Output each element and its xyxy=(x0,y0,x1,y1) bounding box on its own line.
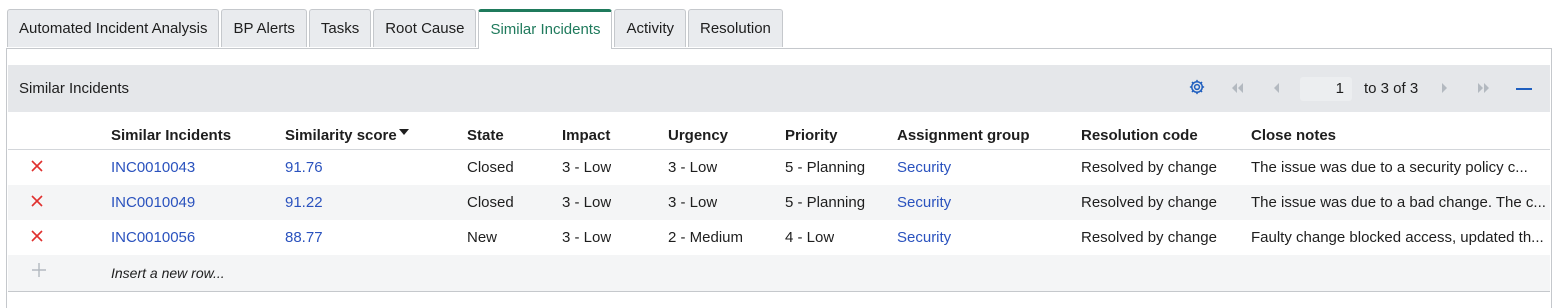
priority-cell: 4 - Low xyxy=(785,229,835,246)
minus-icon[interactable] xyxy=(1516,88,1532,90)
insert-row[interactable]: Insert a new row... xyxy=(8,255,1550,291)
state-cell: Closed xyxy=(467,159,514,176)
related-list-panel: Similar Incidents 1 to 3 of 3 Similar In… xyxy=(6,48,1552,308)
tab-automated-incident-analysis[interactable]: Automated Incident Analysis xyxy=(7,9,220,47)
urgency-cell: 3 - Low xyxy=(668,159,718,176)
double-chevron-right-icon[interactable] xyxy=(1477,82,1491,94)
column-header-similar-incidents[interactable]: Similar Incidents xyxy=(111,127,231,144)
column-header-resolution-code[interactable]: Resolution code xyxy=(1081,127,1198,144)
close-notes-cell: Faulty change blocked access, updated th… xyxy=(1251,229,1544,246)
incident-number-link[interactable]: INC0010056 xyxy=(111,229,195,246)
similarity-score-link[interactable]: 91.76 xyxy=(285,159,323,176)
table-row: INC0010043 91.76 Closed 3 - Low 3 - Low … xyxy=(8,150,1550,185)
resolution-code-cell: Resolved by change xyxy=(1081,194,1217,211)
tab-bar: Automated Incident Analysis BP Alerts Ta… xyxy=(7,9,785,49)
plus-icon[interactable] xyxy=(31,262,47,278)
close-icon[interactable] xyxy=(30,194,44,208)
similarity-score-link[interactable]: 91.22 xyxy=(285,194,323,211)
close-icon[interactable] xyxy=(30,159,44,173)
chevron-right-icon[interactable] xyxy=(1441,82,1449,94)
incident-number-link[interactable]: INC0010049 xyxy=(111,194,195,211)
page-number-input[interactable]: 1 xyxy=(1300,77,1352,101)
tab-similar-incidents[interactable]: Similar Incidents xyxy=(478,9,613,49)
close-icon[interactable] xyxy=(30,229,44,243)
urgency-cell: 3 - Low xyxy=(668,194,718,211)
double-chevron-left-icon[interactable] xyxy=(1230,82,1244,94)
column-header-close-notes[interactable]: Close notes xyxy=(1251,127,1336,144)
impact-cell: 3 - Low xyxy=(562,229,612,246)
priority-cell: 5 - Planning xyxy=(785,194,866,211)
tab-activity[interactable]: Activity xyxy=(614,9,686,47)
sort-descending-icon[interactable] xyxy=(399,129,409,135)
urgency-cell: 2 - Medium xyxy=(668,229,744,246)
column-header-priority[interactable]: Priority xyxy=(785,127,838,144)
impact-cell: 3 - Low xyxy=(562,159,612,176)
column-header-urgency[interactable]: Urgency xyxy=(668,127,728,144)
resolution-code-cell: Resolved by change xyxy=(1081,229,1217,246)
table-row: INC0010049 91.22 Closed 3 - Low 3 - Low … xyxy=(8,185,1550,220)
priority-cell: 5 - Planning xyxy=(785,159,866,176)
close-notes-cell: The issue was due to a bad change. The c… xyxy=(1251,194,1546,211)
tab-bp-alerts[interactable]: BP Alerts xyxy=(221,9,307,47)
column-header-impact[interactable]: Impact xyxy=(562,127,610,144)
tab-root-cause[interactable]: Root Cause xyxy=(373,9,477,47)
state-cell: Closed xyxy=(467,194,514,211)
state-cell: New xyxy=(467,229,498,246)
assignment-group-link[interactable]: Security xyxy=(897,159,951,176)
assignment-group-link[interactable]: Security xyxy=(897,194,951,211)
gear-icon[interactable] xyxy=(1188,78,1206,96)
column-header-state[interactable]: State xyxy=(467,127,504,144)
column-header-similarity-score[interactable]: Similarity score xyxy=(285,127,397,144)
chevron-left-icon[interactable] xyxy=(1272,82,1280,94)
tab-resolution[interactable]: Resolution xyxy=(688,9,783,47)
close-notes-cell: The issue was due to a security policy c… xyxy=(1251,159,1528,176)
list-bottom-divider xyxy=(8,291,1550,292)
pagination-range: to 3 of 3 xyxy=(1364,80,1419,97)
column-header-assignment-group[interactable]: Assignment group xyxy=(897,127,1030,144)
table-row: INC0010056 88.77 New 3 - Low 2 - Medium … xyxy=(8,220,1550,255)
resolution-code-cell: Resolved by change xyxy=(1081,159,1217,176)
list-header: Similar Incidents 1 to 3 of 3 xyxy=(8,65,1550,112)
insert-row-label[interactable]: Insert a new row... xyxy=(111,265,225,281)
incident-number-link[interactable]: INC0010043 xyxy=(111,159,195,176)
similarity-score-link[interactable]: 88.77 xyxy=(285,229,323,246)
impact-cell: 3 - Low xyxy=(562,194,612,211)
tab-tasks[interactable]: Tasks xyxy=(308,9,372,47)
assignment-group-link[interactable]: Security xyxy=(897,229,951,246)
list-title: Similar Incidents xyxy=(19,80,130,97)
